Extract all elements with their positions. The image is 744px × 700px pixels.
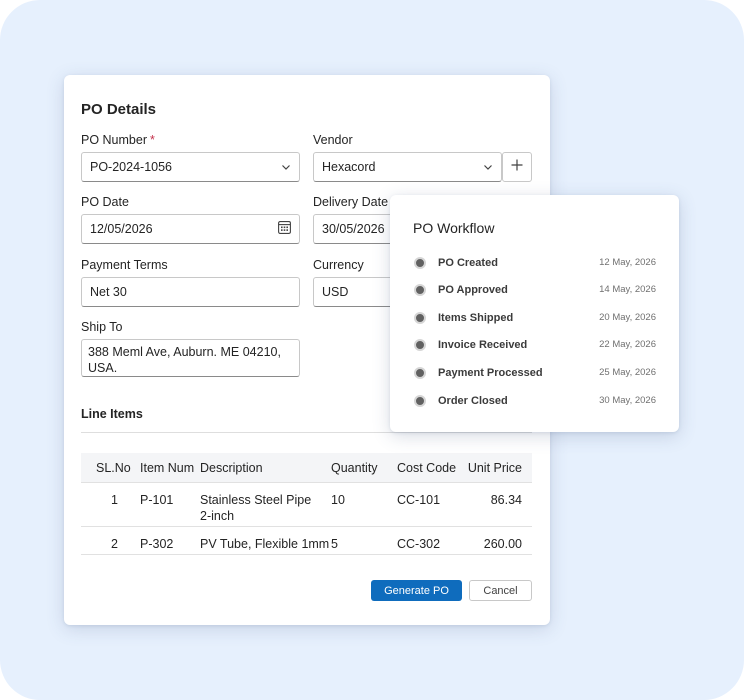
column-header: Quantity xyxy=(331,461,378,475)
unit-price-cell: 86.34 xyxy=(490,493,522,507)
column-header: Cost Code xyxy=(397,461,457,475)
ship-to-line-1: 388 Meml Ave, Auburn. ME 04210, xyxy=(88,345,281,359)
currency-label: Currency xyxy=(313,258,364,272)
workflow-step: PO Approved 14 May, 2026 xyxy=(414,282,656,298)
ship-to-textarea[interactable]: 388 Meml Ave, Auburn. ME 04210, USA. xyxy=(81,339,300,377)
column-header: Description xyxy=(200,461,263,475)
calendar-icon[interactable] xyxy=(278,221,291,237)
payment-terms-input[interactable]: Net 30 xyxy=(81,277,300,307)
cost-code-cell: CC-302 xyxy=(397,537,441,551)
cancel-button[interactable]: Cancel xyxy=(469,580,532,601)
item-num-cell: P-302 xyxy=(140,537,174,551)
po-date-label: PO Date xyxy=(81,195,129,209)
add-vendor-button[interactable] xyxy=(502,152,532,182)
column-header: Item Num xyxy=(140,461,195,475)
step-date: 22 May, 2026 xyxy=(599,339,656,350)
step-name: PO Created xyxy=(438,257,498,269)
workflow-step: Order Closed 30 May, 2026 xyxy=(414,393,656,409)
step-dot-icon xyxy=(414,284,426,296)
vendor-value: Hexacord xyxy=(322,160,376,174)
step-date: 30 May, 2026 xyxy=(599,395,656,406)
payment-terms-value: Net 30 xyxy=(90,285,127,299)
workflow-step: PO Created 12 May, 2026 xyxy=(414,255,656,271)
po-date-picker[interactable]: 12/05/2026 xyxy=(81,214,300,244)
chevron-down-icon xyxy=(483,162,493,172)
quantity-cell: 10 xyxy=(331,493,345,507)
description-cell: PV Tube, Flexible 1mm xyxy=(200,537,330,551)
step-date: 14 May, 2026 xyxy=(599,284,656,295)
step-dot-icon xyxy=(414,257,426,269)
vendor-label: Vendor xyxy=(313,133,353,147)
step-date: 12 May, 2026 xyxy=(599,257,656,268)
ship-to-line-2: USA. xyxy=(88,361,118,375)
step-name: Invoice Received xyxy=(438,339,528,351)
step-dot-icon xyxy=(414,367,426,379)
table-header: SL.No Item Num Description Quantity Cost… xyxy=(81,453,532,483)
workflow-step: Invoice Received 22 May, 2026 xyxy=(414,337,656,353)
line-items-title: Line Items xyxy=(81,407,143,421)
step-dot-icon xyxy=(414,339,426,351)
required-mark: * xyxy=(150,133,155,147)
quantity-cell: 5 xyxy=(331,537,338,551)
workflow-title: PO Workflow xyxy=(413,220,495,236)
step-name: Items Shipped xyxy=(438,312,514,324)
description-cell: Stainless Steel Pipe xyxy=(200,493,312,507)
vendor-select[interactable]: Hexacord xyxy=(313,152,502,182)
ship-to-label: Ship To xyxy=(81,320,123,334)
description-cell-line-2: 2-inch xyxy=(200,509,235,523)
delivery-date-label: Delivery Date xyxy=(313,195,389,209)
po-date-value: 12/05/2026 xyxy=(90,222,153,236)
cost-code-cell: CC-101 xyxy=(397,493,441,507)
po-number-value: PO-2024-1056 xyxy=(90,160,173,174)
workflow-step: Payment Processed 25 May, 2026 xyxy=(414,365,656,381)
column-header: SL.No xyxy=(96,461,131,475)
sl-no-cell: 2 xyxy=(111,537,118,551)
step-name: PO Approved xyxy=(438,284,508,296)
table-row[interactable]: 1 P-101 Stainless Steel Pipe 2-inch 10 C… xyxy=(81,483,532,527)
item-num-cell: P-101 xyxy=(140,493,174,507)
chevron-down-icon xyxy=(281,162,291,172)
step-dot-icon xyxy=(414,395,426,407)
step-name: Payment Processed xyxy=(438,367,543,379)
sl-no-cell: 1 xyxy=(111,493,118,507)
step-name: Order Closed xyxy=(438,395,508,407)
step-date: 20 May, 2026 xyxy=(599,312,656,323)
step-date: 25 May, 2026 xyxy=(599,367,656,378)
table-row[interactable]: 2 P-302 PV Tube, Flexible 1mm 5 CC-302 2… xyxy=(81,527,532,555)
plus-icon xyxy=(511,158,523,176)
step-dot-icon xyxy=(414,312,426,324)
column-header: Unit Price xyxy=(467,461,522,475)
payment-terms-label: Payment Terms xyxy=(81,258,168,272)
po-number-select[interactable]: PO-2024-1056 xyxy=(81,152,300,182)
page-title: PO Details xyxy=(81,101,157,118)
unit-price-cell: 260.00 xyxy=(483,537,522,551)
po-number-label: PO Number * xyxy=(81,133,155,147)
generate-po-button[interactable]: Generate PO xyxy=(371,580,462,601)
po-workflow-panel: PO Workflow PO Created 12 May, 2026 PO A… xyxy=(390,195,679,432)
section-divider xyxy=(81,432,532,433)
workflow-step: Items Shipped 20 May, 2026 xyxy=(414,310,656,326)
